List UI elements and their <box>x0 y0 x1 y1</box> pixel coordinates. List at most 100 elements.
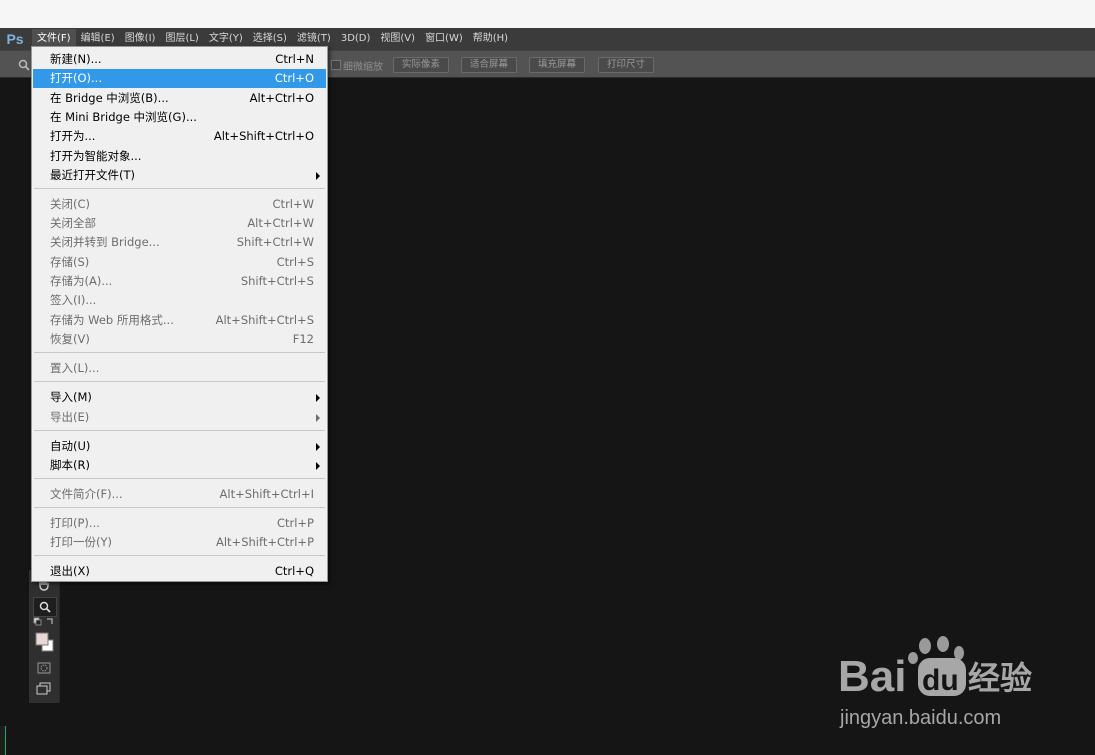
menu-view[interactable]: 视图(V) <box>375 29 420 49</box>
menu-open-as[interactable]: 打开为... Alt+Shift+Ctrl+O <box>33 127 326 146</box>
actual-pixels-button[interactable]: 实际像素 <box>393 57 450 73</box>
menu-item-label: 打开(O)... <box>50 71 102 85</box>
menu-item-label: 新建(N)... <box>50 52 102 66</box>
watermark-url: jingyan.baidu.com <box>839 707 1001 729</box>
window-title-area <box>0 0 1095 28</box>
menu-item-label: 关闭全部 <box>50 216 96 230</box>
menu-item-shortcut: Alt+Ctrl+W <box>247 216 314 230</box>
fit-screen-button[interactable]: 适合屏幕 <box>461 57 518 73</box>
scrubby-zoom-label: 细微缩放 <box>343 62 383 73</box>
menu-separator <box>34 430 325 431</box>
menu-item-label: 关闭并转到 Bridge... <box>50 235 160 249</box>
menu-window[interactable]: 窗口(W) <box>420 29 468 49</box>
scrubby-zoom-checkbox[interactable] <box>331 60 341 70</box>
quick-mask-icon <box>37 662 51 674</box>
menu-browse-bridge[interactable]: 在 Bridge 中浏览(B)... Alt+Ctrl+O <box>33 89 326 108</box>
quick-mask-tool[interactable] <box>33 659 55 677</box>
menu-check-in: 签入(I)... <box>33 291 326 310</box>
zoom-icon <box>39 601 51 613</box>
menu-item-shortcut: Ctrl+N <box>275 52 314 66</box>
photoshop-logo: Ps <box>6 31 24 47</box>
menu-item-label: 在 Bridge 中浏览(B)... <box>50 91 169 105</box>
file-menu-dropdown: 新建(N)... Ctrl+N 打开(O)... Ctrl+O 在 Bridge 中浏览… <box>31 46 328 582</box>
menu-save-as: 存储为(A)... Shift+Ctrl+S <box>33 272 326 291</box>
menu-scripts[interactable]: 脚本(R) <box>33 456 326 475</box>
menu-item-label: 关闭(C) <box>50 197 91 211</box>
menu-item-shortcut: Alt+Shift+Ctrl+P <box>215 535 314 549</box>
menu-item-label: 导出(E) <box>50 410 90 424</box>
menu-item-label: 打开为智能对象... <box>50 149 142 163</box>
submenu-arrow-icon <box>316 462 320 470</box>
menu-item-shortcut: Ctrl+Q <box>274 564 314 578</box>
menu-item-shortcut: Alt+Shift+Ctrl+S <box>215 313 314 327</box>
menu-save-for-web: 存储为 Web 所用格式... Alt+Shift+Ctrl+S <box>33 311 326 330</box>
menu-new[interactable]: 新建(N)... Ctrl+N <box>33 50 326 69</box>
submenu-arrow-icon <box>316 443 320 451</box>
menu-item-label: 脚本(R) <box>50 458 90 472</box>
menu-item-shortcut: Shift+Ctrl+S <box>240 274 314 288</box>
submenu-arrow-icon <box>316 414 320 422</box>
menu-item-label: 在 Mini Bridge 中浏览(G)... <box>50 110 197 124</box>
menu-item-label: 文件简介(F)... <box>50 487 123 501</box>
menu-item-label: 导入(M) <box>50 390 92 404</box>
menu-item-label: 自动(U) <box>50 439 91 453</box>
menu-item-shortcut: Ctrl+P <box>276 516 314 530</box>
swap-colors-icon <box>33 617 53 626</box>
screen-mode-icon <box>36 682 51 695</box>
menu-close-go-bridge: 关闭并转到 Bridge... Shift+Ctrl+W <box>33 233 326 252</box>
fill-screen-button[interactable]: 填充屏幕 <box>529 57 586 73</box>
menu-item-label: 最近打开文件(T) <box>50 168 135 182</box>
watermark-brand: Bai <box>838 652 906 701</box>
menu-revert: 恢复(V) F12 <box>33 330 326 349</box>
menu-item-shortcut: Shift+Ctrl+W <box>236 235 314 249</box>
menu-print-one-copy: 打印一份(Y) Alt+Shift+Ctrl+P <box>33 533 326 552</box>
menu-item-shortcut: Alt+Shift+Ctrl+I <box>219 487 314 501</box>
menu-file-info: 文件简介(F)... Alt+Shift+Ctrl+I <box>33 485 326 504</box>
menu-browse-mini-bridge[interactable]: 在 Mini Bridge 中浏览(G)... <box>33 108 326 127</box>
color-swatches[interactable] <box>33 630 55 656</box>
tools-panel <box>29 570 60 703</box>
menu-separator <box>34 352 325 353</box>
menu-open[interactable]: 打开(O)... Ctrl+O <box>33 69 326 88</box>
menu-place: 置入(L)... <box>33 359 326 378</box>
menu-item-shortcut: F12 <box>292 332 314 346</box>
default-colors-control[interactable] <box>33 617 55 627</box>
menu-item-label: 存储(S) <box>50 255 90 269</box>
foreground-background-color-icon <box>35 632 54 652</box>
menu-item-shortcut: Ctrl+S <box>276 255 314 269</box>
menu-item-label: 恢复(V) <box>50 332 90 346</box>
menu-item-shortcut: Alt+Ctrl+O <box>249 91 314 105</box>
menu-item-label: 打印一份(Y) <box>50 535 112 549</box>
menu-3d[interactable]: 3D(D) <box>336 29 376 49</box>
menu-close-all: 关闭全部 Alt+Ctrl+W <box>33 214 326 233</box>
menu-save: 存储(S) Ctrl+S <box>33 253 326 272</box>
zoom-tool-icon[interactable] <box>18 59 30 71</box>
menu-automate[interactable]: 自动(U) <box>33 437 326 456</box>
menu-item-label: 打开为... <box>50 129 96 143</box>
menu-item-shortcut: Ctrl+W <box>272 197 314 211</box>
menu-separator <box>34 188 325 189</box>
menu-exit[interactable]: 退出(X) Ctrl+Q <box>33 562 326 581</box>
menu-item-label: 打印(P)... <box>50 516 100 530</box>
menu-open-smart-object[interactable]: 打开为智能对象... <box>33 147 326 166</box>
watermark-du: du <box>922 664 959 697</box>
menu-item-label: 存储为(A)... <box>50 274 113 288</box>
watermark-jingyan: 经验 <box>968 659 1032 697</box>
baidu-jingyan-watermark: Bai du 经验 jingyan.baidu.com <box>838 636 1032 729</box>
menu-item-label: 退出(X) <box>50 564 90 578</box>
submenu-arrow-icon <box>316 172 320 180</box>
menu-item-shortcut: Ctrl+O <box>274 71 314 85</box>
menu-print: 打印(P)... Ctrl+P <box>33 514 326 533</box>
menu-separator <box>34 507 325 508</box>
menu-separator <box>34 555 325 556</box>
menu-help[interactable]: 帮助(H) <box>468 29 513 49</box>
submenu-arrow-icon <box>316 394 320 402</box>
menu-import[interactable]: 导入(M) <box>33 388 326 407</box>
print-size-button[interactable]: 打印尺寸 <box>598 57 655 73</box>
zoom-tool[interactable] <box>33 597 57 617</box>
menu-item-shortcut: Alt+Shift+Ctrl+O <box>213 129 314 143</box>
menu-item-label: 签入(I)... <box>50 293 97 307</box>
menu-open-recent[interactable]: 最近打开文件(T) <box>33 166 326 185</box>
screen-mode-tool[interactable] <box>33 680 55 698</box>
menu-item-label: 存储为 Web 所用格式... <box>50 313 174 327</box>
